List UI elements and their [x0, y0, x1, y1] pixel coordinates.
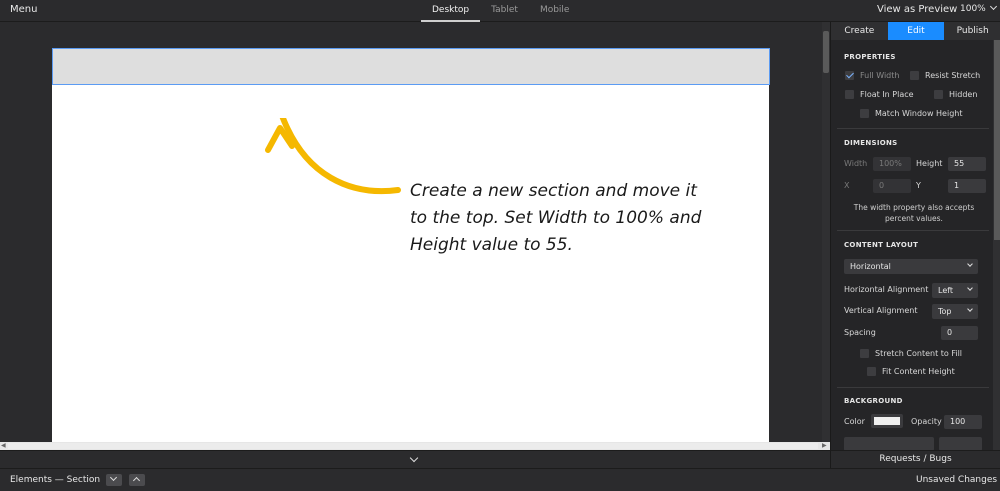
h-align-label: Horizontal Alignment — [844, 285, 929, 294]
height-label: Height — [916, 159, 943, 168]
hidden-checkbox[interactable]: Hidden — [934, 90, 977, 99]
dimensions-heading: DIMENSIONS — [844, 139, 898, 147]
zoom-dropdown[interactable]: 100% — [960, 2, 997, 14]
hidden-label: Hidden — [949, 90, 978, 99]
width-note: The width property also accepts percent … — [853, 203, 975, 223]
checkbox-box[interactable] — [860, 349, 869, 358]
match-window-height-label: Match Window Height — [875, 109, 963, 118]
top-bar: Menu Desktop Tablet Mobile View as Previ… — [0, 0, 1000, 22]
divider — [837, 128, 989, 129]
layout-value: Horizontal — [850, 262, 891, 271]
background-heading: BACKGROUND — [844, 397, 903, 405]
scroll-right-icon[interactable]: ▶ — [822, 442, 827, 449]
scroll-thumb[interactable] — [994, 40, 1000, 240]
scroll-thumb[interactable] — [8, 443, 818, 449]
device-tabs: Desktop Tablet Mobile — [421, 0, 580, 22]
spacing-label: Spacing — [844, 328, 876, 337]
width-field[interactable]: 100% — [873, 157, 911, 171]
opacity-field[interactable]: 100 — [944, 415, 982, 429]
background-color-swatch[interactable] — [871, 414, 903, 428]
checkbox-box[interactable] — [845, 71, 854, 80]
match-window-height-checkbox[interactable]: Match Window Height — [860, 109, 962, 118]
v-align-value: Top — [938, 307, 952, 316]
fit-content-height-label: Fit Content Height — [882, 367, 955, 376]
layout-select[interactable]: Horizontal — [844, 259, 978, 274]
elements-panel-toggle[interactable] — [0, 450, 830, 468]
checkbox-box[interactable] — [845, 90, 854, 99]
tab-mobile[interactable]: Mobile — [529, 0, 581, 22]
spacing-field[interactable]: 0 — [941, 326, 978, 340]
breadcrumb: Elements — Section — [10, 475, 101, 485]
chevron-down-icon — [989, 2, 997, 11]
divider — [837, 230, 989, 231]
x-label: X — [844, 181, 850, 190]
tab-publish[interactable]: Publish — [944, 22, 1000, 40]
panel-tabs: Create Edit Publish — [831, 22, 1000, 40]
float-in-place-checkbox[interactable]: Float In Place — [845, 90, 914, 99]
h-align-value: Left — [938, 286, 954, 295]
x-field[interactable]: 0 — [873, 179, 911, 193]
status-bar: Elements — Section Unsaved Changes — [0, 468, 1000, 491]
background-image-button[interactable] — [939, 437, 982, 450]
color-preview — [874, 417, 900, 425]
v-align-label: Vertical Alignment — [844, 306, 918, 315]
chevron-up-icon — [132, 476, 141, 485]
width-label: Width — [844, 159, 868, 168]
checkbox-box[interactable] — [867, 367, 876, 376]
canvas-vertical-scrollbar[interactable] — [822, 22, 830, 442]
resist-stretch-checkbox[interactable]: Resist Stretch — [910, 71, 980, 80]
properties-panel: Create Edit Publish PROPERTIES Full Widt… — [830, 22, 1000, 450]
y-label: Y — [916, 181, 921, 190]
select-parent-button[interactable] — [129, 474, 145, 486]
tab-edit[interactable]: Edit — [887, 22, 945, 40]
chevron-down-icon — [967, 285, 973, 291]
scroll-left-icon[interactable]: ◀ — [1, 442, 6, 449]
tab-create[interactable]: Create — [831, 22, 888, 40]
float-in-place-label: Float In Place — [860, 90, 914, 99]
full-width-checkbox[interactable]: Full Width — [845, 71, 899, 80]
y-field[interactable]: 1 — [948, 179, 986, 193]
canvas-horizontal-scrollbar[interactable]: ◀ ▶ — [0, 442, 830, 450]
content-layout-heading: CONTENT LAYOUT — [844, 241, 919, 249]
tab-desktop[interactable]: Desktop — [421, 0, 481, 22]
fit-content-height-checkbox[interactable]: Fit Content Height — [867, 367, 955, 376]
stretch-content-checkbox[interactable]: Stretch Content to Fill — [860, 349, 962, 358]
checkbox-box[interactable] — [860, 109, 869, 118]
height-field[interactable]: 55 — [948, 157, 986, 171]
zoom-value: 100% — [960, 4, 986, 14]
panel-body: PROPERTIES Full Width Resist Stretch Flo… — [831, 40, 993, 450]
menu-button[interactable]: Menu — [10, 4, 37, 15]
divider — [837, 387, 989, 388]
opacity-label: Opacity — [911, 417, 942, 426]
chevron-down-icon — [109, 473, 118, 482]
chevron-down-icon — [967, 261, 973, 267]
arrow-annotation-icon — [265, 118, 401, 195]
view-as-preview-button[interactable]: View as Preview — [877, 4, 957, 15]
instruction-annotation: Create a new section and move it to the … — [410, 181, 702, 255]
resist-stretch-label: Resist Stretch — [925, 71, 981, 80]
checkbox-box[interactable] — [910, 71, 919, 80]
background-image-field[interactable] — [844, 437, 934, 450]
chevron-down-icon[interactable] — [409, 453, 419, 463]
h-align-select[interactable]: Left — [932, 283, 978, 298]
color-label: Color — [844, 417, 865, 426]
selected-section[interactable] — [52, 48, 770, 85]
save-status: Unsaved Changes — [916, 475, 998, 485]
stretch-content-label: Stretch Content to Fill — [875, 349, 963, 358]
scroll-thumb[interactable] — [823, 31, 829, 73]
full-width-label: Full Width — [860, 71, 900, 80]
tab-tablet[interactable]: Tablet — [480, 0, 529, 22]
properties-heading: PROPERTIES — [844, 53, 896, 61]
canvas-area: Create a new section and move it to the … — [0, 22, 822, 442]
requests-bugs-button[interactable]: Requests / Bugs — [830, 450, 1000, 468]
v-align-select[interactable]: Top — [932, 304, 978, 319]
chevron-down-icon — [967, 306, 973, 312]
select-child-button[interactable] — [106, 473, 122, 486]
panel-scrollbar[interactable] — [993, 40, 1000, 450]
checkbox-box[interactable] — [934, 90, 943, 99]
